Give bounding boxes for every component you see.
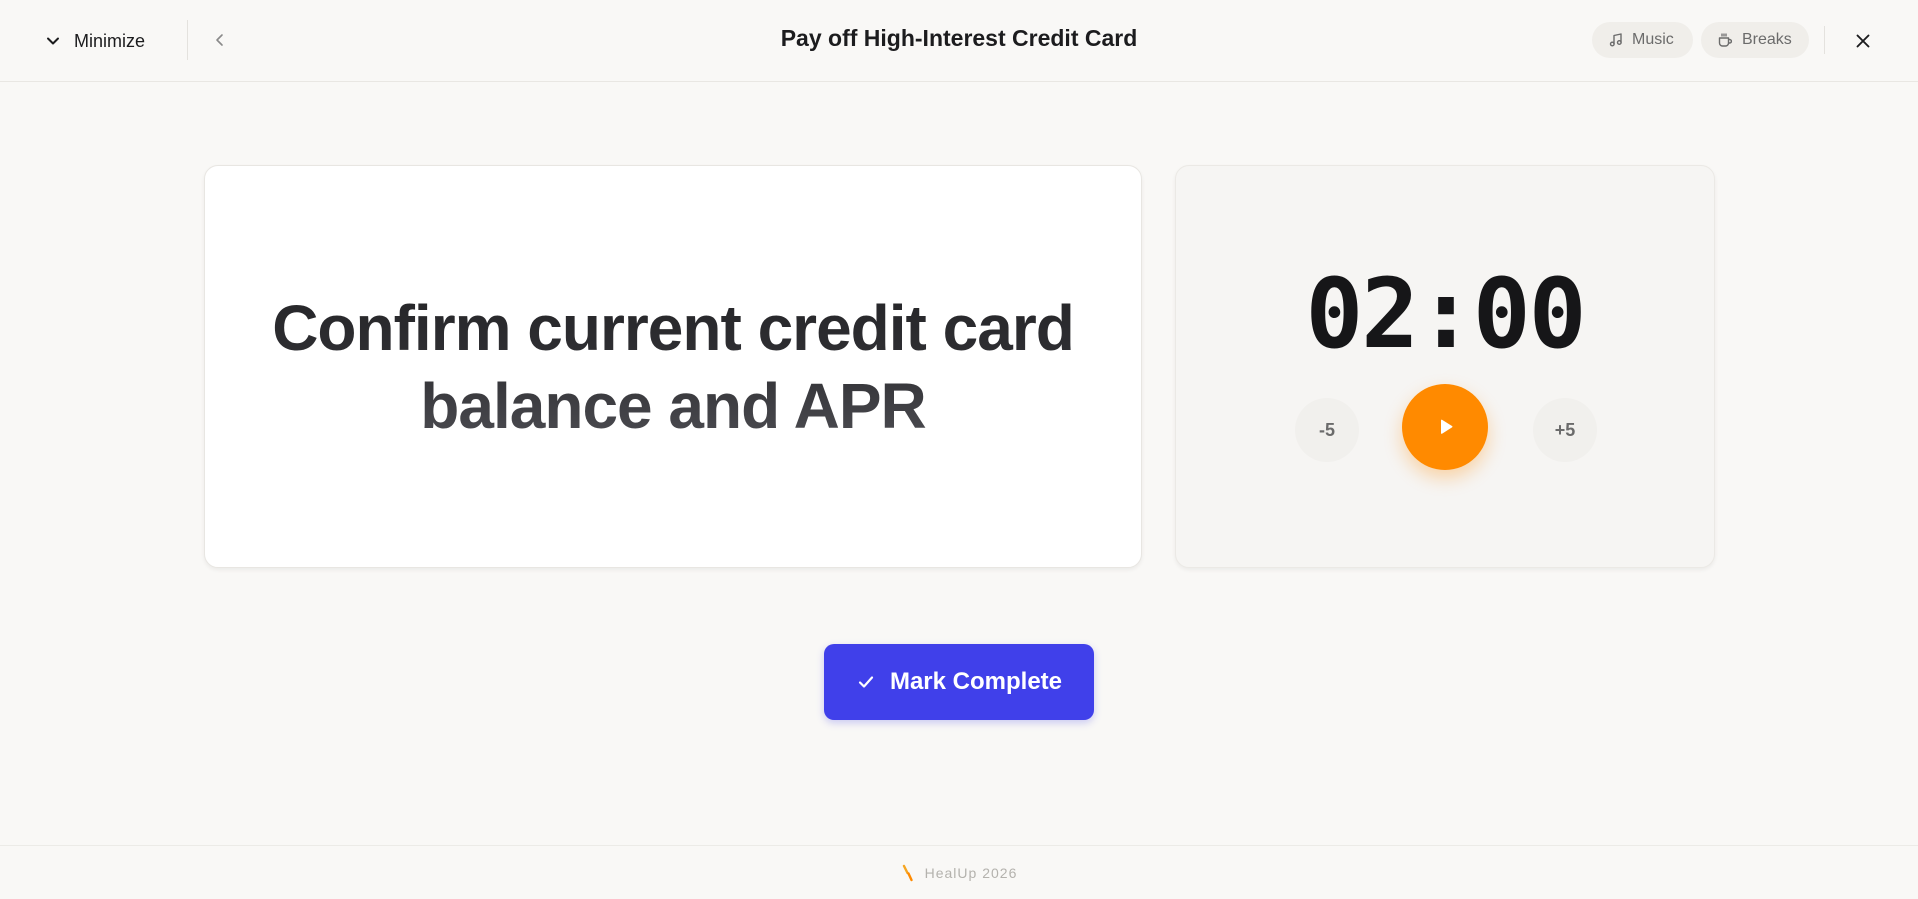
coffee-cup-icon [1718, 33, 1733, 47]
mark-complete-button[interactable]: Mark Complete [824, 644, 1094, 720]
timer-seconds: 00 [1472, 258, 1587, 370]
music-label: Music [1632, 31, 1674, 48]
brand-logo-icon [902, 864, 913, 881]
task-title-line-2: balance and APR [420, 369, 926, 442]
task-card: Confirm current credit card balance and … [204, 165, 1142, 568]
top-bar: Minimize Pay off High-Interest Credit Ca… [0, 0, 1918, 82]
task-title: Confirm current credit card balance and … [243, 289, 1103, 445]
play-icon [1441, 419, 1453, 434]
footer-brand: HealUp 2026 [924, 864, 1018, 881]
timer-card: 02:00 -5 +5 [1175, 165, 1715, 568]
timer-minutes: 02 [1305, 258, 1420, 370]
music-note-icon [1609, 33, 1622, 47]
footer: HealUp 2026 [0, 845, 1918, 899]
timer-separator: : [1417, 258, 1475, 370]
timer-display: 02:00 [1176, 264, 1714, 364]
mark-complete-label: Mark Complete [889, 668, 1063, 695]
minus-five-button[interactable]: -5 [1295, 398, 1359, 462]
task-title-line-1: Confirm current credit card [272, 291, 1074, 364]
header-divider-right [1824, 26, 1825, 54]
close-icon [1856, 34, 1870, 48]
check-icon [858, 676, 874, 688]
close-button[interactable] [1850, 28, 1876, 54]
breaks-label: Breaks [1742, 31, 1792, 48]
music-button[interactable]: Music [1592, 22, 1693, 58]
play-button[interactable] [1402, 384, 1488, 470]
breaks-button[interactable]: Breaks [1701, 22, 1809, 58]
plus-five-button[interactable]: +5 [1533, 398, 1597, 462]
